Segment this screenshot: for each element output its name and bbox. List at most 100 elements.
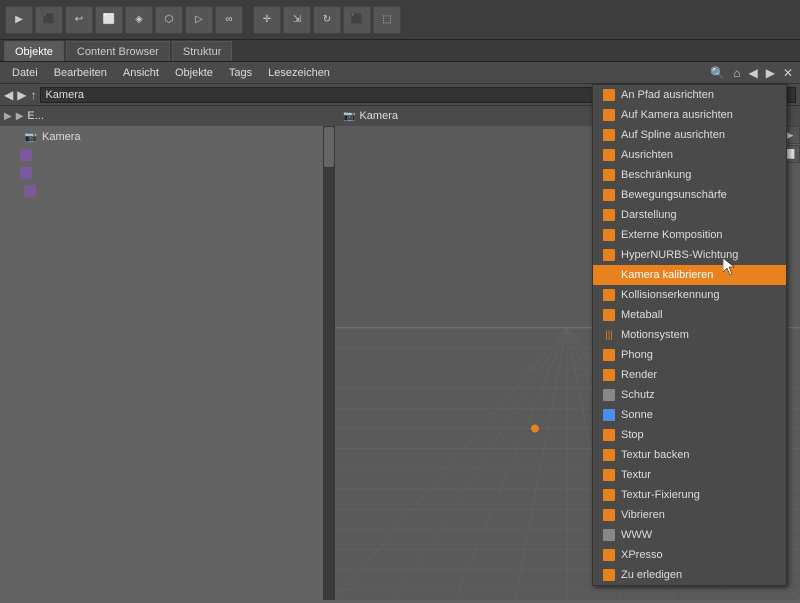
ctx-l2-item-13[interactable]: Phong: [593, 345, 786, 365]
menu-lesezeichen[interactable]: Lesezeichen: [260, 65, 338, 81]
scene-item-3[interactable]: [0, 182, 335, 200]
tab-struktur[interactable]: Struktur: [172, 41, 233, 61]
ctx-l2-item-4[interactable]: Beschränkung: [593, 165, 786, 185]
ctx-l2-icon-19: [601, 468, 617, 482]
ctx-l2-item-7[interactable]: Externe Komposition: [593, 225, 786, 245]
ctx-l2-item-9[interactable]: Kamera kalibrieren: [593, 265, 786, 285]
ctx-l2-icon-16: [601, 408, 617, 422]
ctx-l2-item-14[interactable]: Render: [593, 365, 786, 385]
ctx-l2-icon-18: [601, 448, 617, 462]
ctx-l2-icon-13: [601, 348, 617, 362]
ctx-l2-icon-3: [601, 148, 617, 162]
menu-bearbeiten[interactable]: Bearbeiten: [46, 65, 115, 81]
menu-tags[interactable]: Tags: [221, 65, 260, 81]
menu-datei[interactable]: Datei: [4, 65, 46, 81]
ctx-l2-icon-15: [601, 388, 617, 402]
ctx-l2-item-18[interactable]: Textur backen: [593, 445, 786, 465]
menu-bar: Datei Bearbeiten Ansicht Objekte Tags Le…: [0, 62, 800, 84]
expand-icon-2: ▶: [16, 111, 24, 122]
ctx-l2-item-19[interactable]: Textur: [593, 465, 786, 485]
toolbar-icon-1[interactable]: ▶: [5, 6, 33, 34]
nav-left-icon[interactable]: ◀: [745, 64, 760, 82]
toolbar-icon-10[interactable]: ⬚: [373, 6, 401, 34]
ctx-l2-item-15[interactable]: Schutz: [593, 385, 786, 405]
toolbar-icon-3[interactable]: ↩: [65, 6, 93, 34]
ctx-l2-item-0[interactable]: An Pfad ausrichten: [593, 85, 786, 105]
ctx-l2-item-8[interactable]: HyperNURBS-Wichtung: [593, 245, 786, 265]
item-icon-1: [20, 149, 32, 161]
toolbar-icon-rotate[interactable]: ↻: [313, 6, 341, 34]
ctx-l2-item-23[interactable]: XPresso: [593, 545, 786, 565]
ctx-l2-icon-17: [601, 428, 617, 442]
ctx-l2-item-2[interactable]: Auf Spline ausrichten: [593, 125, 786, 145]
scene-tree: ▶ ▶ E... 📷 Kamera: [0, 106, 335, 600]
ctx-l2-icon-6: [601, 208, 617, 222]
ctx-l2-icon-12: |||: [601, 328, 617, 342]
menu-ansicht[interactable]: Ansicht: [115, 65, 167, 81]
ctx-l2-icon-8: [601, 248, 617, 262]
item-icon-2: [20, 167, 32, 179]
toolbar-icon-4[interactable]: ⬜: [95, 6, 123, 34]
ctx-l2-icon-0: [601, 88, 617, 102]
home-icon[interactable]: ⌂: [730, 64, 743, 82]
ctx-l2-icon-11: [601, 308, 617, 322]
ctx-l2-item-22[interactable]: WWW: [593, 525, 786, 545]
ctx-l2-item-11[interactable]: Metaball: [593, 305, 786, 325]
viewport-camera-label: Kamera: [359, 110, 398, 122]
toolbar-icon-move[interactable]: ✛: [253, 6, 281, 34]
ctx-l2-icon-10: [601, 288, 617, 302]
nav-right-icon[interactable]: ▶: [763, 64, 778, 82]
ctx-l2-item-20[interactable]: Textur-Fixierung: [593, 485, 786, 505]
cam-icon: 📷: [343, 111, 355, 122]
toolbar-icon-5[interactable]: ◈: [125, 6, 153, 34]
nav-icons: 🔍 ⌂ ◀ ▶ ✕: [707, 64, 796, 82]
ctx-l2-icon-14: [601, 368, 617, 382]
ctx-l2-icon-23: [601, 548, 617, 562]
ctx-l2-item-17[interactable]: Stop: [593, 425, 786, 445]
scene-item-2[interactable]: [0, 164, 335, 182]
ctx-l2-item-16[interactable]: Sonne: [593, 405, 786, 425]
toolbar-icon-2[interactable]: ⬛: [35, 6, 63, 34]
ctx-l2-item-10[interactable]: Kollisionserkennung: [593, 285, 786, 305]
tab-objekte[interactable]: Objekte: [4, 41, 64, 61]
scene-item-kamera[interactable]: 📷 Kamera: [0, 128, 335, 146]
nav-up-icon[interactable]: ↑: [30, 88, 36, 102]
ctx-l2-icon-24: [601, 568, 617, 582]
nav-fwd-icon[interactable]: ▶: [17, 88, 26, 102]
scene-header-label: E...: [27, 110, 44, 122]
ctx-l2-item-5[interactable]: Bewegungsunschärfe: [593, 185, 786, 205]
toolbar-icon-7[interactable]: ▷: [185, 6, 213, 34]
ctx-l2-item-3[interactable]: Ausrichten: [593, 145, 786, 165]
context-menu-l2: An Pfad ausrichtenAuf Kamera ausrichtenA…: [592, 84, 787, 586]
ctx-l2-item-24[interactable]: Zu erledigen: [593, 565, 786, 585]
ctx-l2-icon-5: [601, 188, 617, 202]
ctx-l2-icon-9: [601, 268, 617, 282]
scene-tree-header: ▶ ▶ E...: [0, 106, 335, 126]
expand-icon: ▶: [4, 111, 12, 122]
toolbar-icon-8[interactable]: ∞: [215, 6, 243, 34]
ctx-l2-items: An Pfad ausrichtenAuf Kamera ausrichtenA…: [593, 85, 786, 585]
toolbar-icon-6[interactable]: ⬡: [155, 6, 183, 34]
ctx-l2-item-1[interactable]: Auf Kamera ausrichten: [593, 105, 786, 125]
ctx-l2-item-6[interactable]: Darstellung: [593, 205, 786, 225]
menu-objekte[interactable]: Objekte: [167, 65, 221, 81]
scene-tree-scrollbar[interactable]: [323, 126, 335, 600]
ctx-l2-icon-4: [601, 168, 617, 182]
scene-item-1[interactable]: [0, 146, 335, 164]
tab-content-browser[interactable]: Content Browser: [66, 41, 170, 61]
ctx-l2-icon-1: [601, 108, 617, 122]
ctx-l2-icon-20: [601, 488, 617, 502]
toolbar-icon-scale[interactable]: ⇲: [283, 6, 311, 34]
ctx-l2-item-12[interactable]: |||Motionsystem: [593, 325, 786, 345]
ctx-l2-icon-22: [601, 528, 617, 542]
ctx-l2-icon-7: [601, 228, 617, 242]
nav-back-icon[interactable]: ◀: [4, 88, 13, 102]
ctx-l2-icon-2: [601, 128, 617, 142]
scrollbar-thumb[interactable]: [324, 127, 334, 167]
camera-icon: 📷: [24, 130, 38, 144]
search-icon[interactable]: 🔍: [707, 64, 728, 82]
tab-bar: Objekte Content Browser Struktur: [0, 40, 800, 62]
close-icon[interactable]: ✕: [780, 64, 796, 82]
ctx-l2-item-21[interactable]: Vibrieren: [593, 505, 786, 525]
toolbar-icon-9[interactable]: ⬛: [343, 6, 371, 34]
